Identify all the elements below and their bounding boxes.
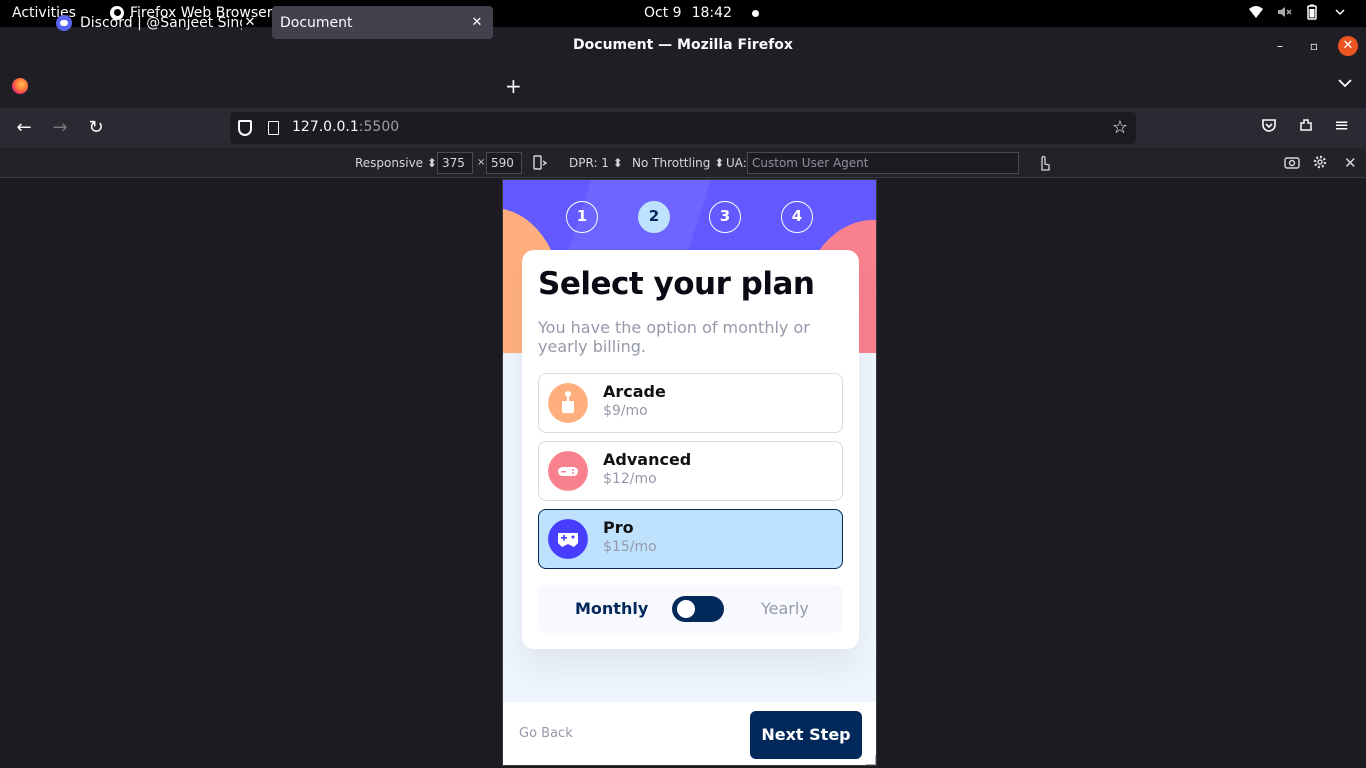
next-step-button[interactable]: Next Step	[750, 711, 862, 759]
go-back-button[interactable]: Go Back	[519, 726, 573, 741]
yearly-label[interactable]: Yearly	[761, 599, 809, 618]
close-rdm-button[interactable]: ✕	[1344, 154, 1357, 172]
tab-document[interactable]: Document ✕	[272, 6, 493, 39]
device-selector[interactable]: Responsive ⬍	[355, 156, 437, 170]
reload-button[interactable]: ↻	[85, 117, 107, 138]
dpr-selector[interactable]: DPR: 1 ⬍	[569, 156, 623, 170]
url-port: :5500	[358, 119, 400, 135]
tab-label: Document	[280, 14, 353, 31]
chevron-down-icon	[1338, 79, 1352, 88]
dimension-separator: ×	[477, 157, 486, 168]
pocket-icon[interactable]	[1261, 117, 1277, 133]
close-window-button[interactable]: ✕	[1338, 27, 1358, 64]
throttling-selector[interactable]: No Throttling ⬍	[632, 156, 724, 170]
monthly-label[interactable]: Monthly	[575, 599, 648, 618]
step-4-indicator: 4	[781, 201, 813, 233]
clock[interactable]: Oct 9 18:42	[644, 5, 759, 21]
maximize-button[interactable]: ▫	[1305, 27, 1323, 64]
navigation-toolbar: ← → ↻ 127.0.0.1:5500 ☆ ≡	[0, 108, 1366, 148]
viewport-width-input[interactable]: 375	[437, 152, 473, 174]
page-title: Select your plan	[538, 266, 815, 302]
app-menu-button[interactable]: ≡	[1334, 115, 1349, 136]
close-icon: ✕	[1338, 35, 1358, 56]
volume-muted-icon	[1278, 7, 1292, 17]
user-agent-input[interactable]: Custom User Agent	[747, 152, 1019, 174]
list-all-tabs-button[interactable]	[1338, 76, 1352, 92]
back-button[interactable]: ←	[13, 117, 35, 138]
plan-price: $15/mo	[603, 539, 657, 555]
step-3-indicator: 3	[709, 201, 741, 233]
tab-discord[interactable]: Discord | @Sanjeet Singh ✕	[48, 6, 266, 39]
viewport-height-input[interactable]: 590	[486, 152, 522, 174]
plan-form-card: Select your plan You have the option of …	[522, 250, 859, 649]
step-2-indicator: 2	[638, 201, 670, 233]
plan-name: Pro	[603, 518, 634, 537]
responsive-toolbar: Responsive ⬍ 375 × 590 DPR: 1 ⬍ No Throt…	[0, 148, 1366, 178]
time-label: 18:42	[691, 5, 732, 21]
maximize-icon: ▫	[1309, 38, 1319, 53]
rotate-viewport-icon[interactable]	[532, 155, 548, 171]
arcade-joystick-icon	[548, 383, 588, 423]
firefox-view-icon[interactable]	[12, 78, 28, 94]
step-1-indicator: 1	[566, 201, 598, 233]
touch-simulation-icon[interactable]	[1036, 154, 1052, 172]
date-label: Oct 9	[644, 5, 682, 21]
page-subtitle: You have the option of monthly or yearly…	[538, 318, 810, 356]
plan-option-pro[interactable]: Pro $15/mo	[538, 509, 843, 569]
wifi-icon	[1249, 6, 1263, 18]
forward-button[interactable]: →	[49, 117, 71, 138]
page-viewport: 1 2 3 4 Select your plan You have the op…	[502, 179, 877, 766]
plan-option-advanced[interactable]: Advanced $12/mo	[538, 441, 843, 501]
plan-name: Advanced	[603, 450, 692, 469]
advanced-gamepad-icon	[548, 451, 588, 491]
notification-dot-icon	[751, 9, 759, 17]
minimize-icon: –	[1277, 38, 1283, 53]
discord-icon	[56, 14, 72, 31]
bookmark-star-icon[interactable]: ☆	[1112, 117, 1128, 138]
plan-price: $12/mo	[603, 471, 657, 487]
url-host: 127.0.0.1	[292, 119, 359, 135]
form-footer: Go Back Next Step	[503, 702, 876, 765]
tracking-protection-icon[interactable]	[238, 120, 252, 136]
pro-controller-icon	[548, 519, 588, 559]
settings-gear-icon[interactable]	[1312, 154, 1328, 170]
plan-option-arcade[interactable]: Arcade $9/mo	[538, 373, 843, 433]
extensions-icon[interactable]	[1298, 117, 1314, 133]
url-text: 127.0.0.1:5500	[292, 119, 399, 135]
url-bar[interactable]: 127.0.0.1:5500 ☆	[230, 112, 1136, 144]
tab-label: Discord | @Sanjeet Singh	[80, 14, 242, 31]
toggle-knob	[677, 600, 695, 618]
system-tray[interactable]	[1248, 4, 1348, 20]
billing-toggle-row: Monthly Yearly	[538, 585, 843, 633]
new-tab-button[interactable]: +	[505, 74, 522, 98]
minimize-button[interactable]: –	[1271, 27, 1289, 64]
tab-strip	[0, 64, 1366, 108]
power-menu-icon	[1335, 9, 1345, 16]
tab-close-icon[interactable]: ✕	[469, 15, 485, 30]
plan-name: Arcade	[603, 382, 666, 401]
viewport-resize-handle[interactable]	[866, 755, 876, 765]
billing-period-toggle[interactable]	[672, 596, 724, 622]
plan-price: $9/mo	[603, 403, 648, 419]
window-title: Document — Mozilla Firefox	[573, 37, 793, 53]
ua-label: UA:	[726, 156, 747, 170]
page-info-icon[interactable]	[268, 121, 279, 135]
screenshot-icon[interactable]	[1284, 155, 1300, 169]
tab-close-icon[interactable]: ✕	[242, 15, 258, 30]
battery-icon	[1307, 4, 1317, 20]
